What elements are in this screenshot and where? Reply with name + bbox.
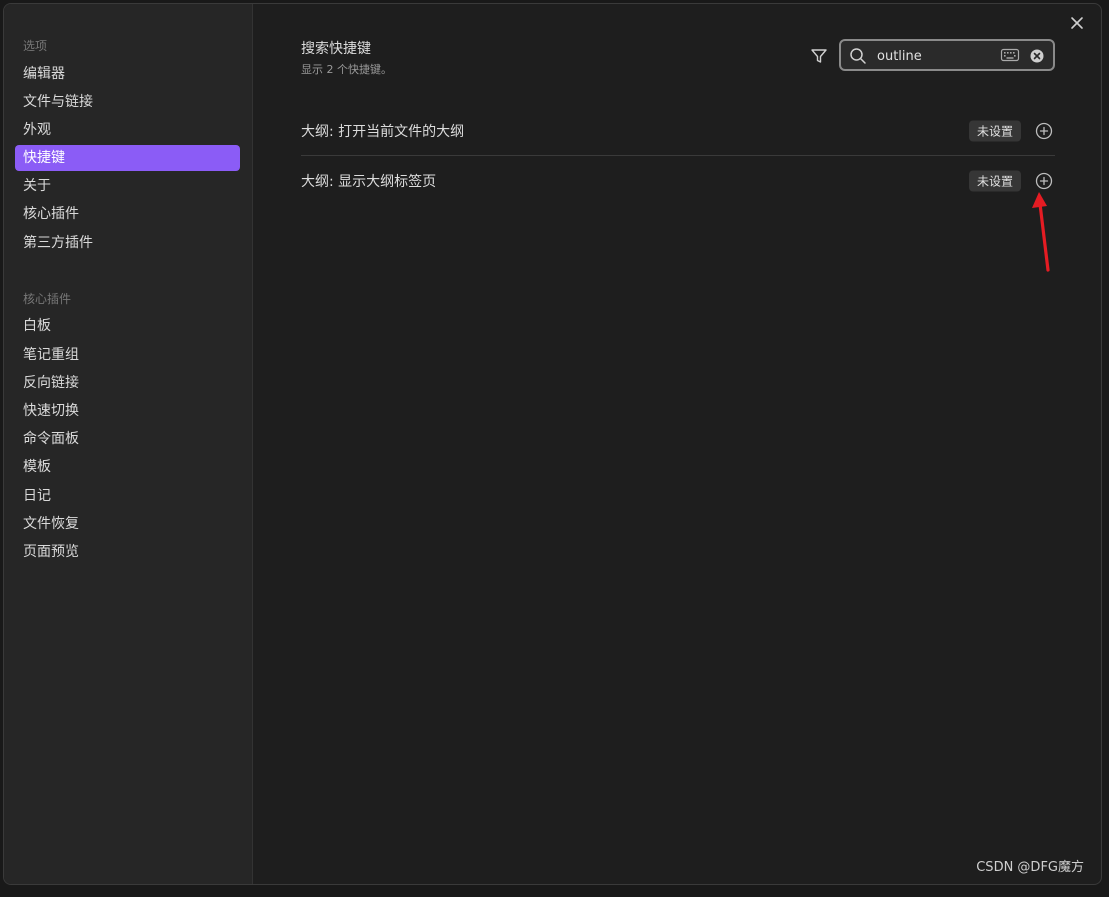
hotkey-status-badge: 未设置 (968, 120, 1021, 141)
hotkey-status-badge: 未设置 (968, 170, 1021, 192)
sidebar-item-backlinks[interactable]: 反向链接 (15, 370, 240, 396)
sidebar-item-file-recovery[interactable]: 文件恢复 (15, 511, 240, 537)
hotkey-search-input[interactable] (875, 45, 999, 67)
hotkey-search-box (839, 39, 1055, 71)
result-count-text: 显示 2 个快捷键。 (301, 63, 392, 76)
page-title: 搜索快捷键 (301, 41, 371, 57)
sidebar-item-page-preview[interactable]: 页面预览 (15, 539, 240, 565)
hotkey-row: 大纲: 打开当前文件的大纲 未设置 (301, 106, 1055, 156)
hotkey-row: 大纲: 显示大纲标签页 未设置 (301, 156, 1055, 206)
sidebar-item-note-composer[interactable]: 笔记重组 (15, 342, 240, 368)
hotkey-command-name: 大纲: 显示大纲标签页 (301, 174, 437, 190)
sidebar-item-templates[interactable]: 模板 (15, 454, 240, 480)
sidebar-item-daily-notes[interactable]: 日记 (15, 483, 240, 509)
filter-icon[interactable] (809, 46, 829, 66)
sidebar-item-core-plugins[interactable]: 核心插件 (15, 201, 240, 227)
sidebar-item-files-links[interactable]: 文件与链接 (15, 89, 240, 115)
clear-icon[interactable] (1030, 48, 1044, 67)
sidebar-item-community-plugins[interactable]: 第三方插件 (15, 230, 240, 256)
search-icon (849, 47, 867, 69)
watermark-text: CSDN @DFG魔方 (976, 860, 1084, 875)
sidebar-item-about[interactable]: 关于 (15, 173, 240, 199)
sidebar-section-options-title: 选项 (23, 39, 48, 53)
close-icon[interactable] (1067, 13, 1087, 33)
sidebar-item-quick-switcher[interactable]: 快速切换 (15, 398, 240, 424)
hotkey-command-name: 大纲: 打开当前文件的大纲 (301, 123, 465, 140)
sidebar-section-core-plugins-title: 核心插件 (23, 292, 72, 306)
keyboard-icon[interactable] (1000, 47, 1020, 67)
sidebar-item-command-palette[interactable]: 命令面板 (15, 426, 240, 452)
plus-circle-icon[interactable] (1035, 122, 1053, 140)
sidebar-item-hotkeys[interactable]: 快捷键 (15, 145, 240, 171)
sidebar-item-editor[interactable]: 编辑器 (15, 61, 240, 87)
settings-sidebar: 选项 编辑器 文件与链接 外观 快捷键 关于 核心插件 第三方插件 核心插件 白… (4, 4, 253, 884)
sidebar-item-appearance[interactable]: 外观 (15, 117, 240, 143)
plus-circle-icon[interactable] (1035, 172, 1053, 190)
settings-window: 选项 编辑器 文件与链接 外观 快捷键 关于 核心插件 第三方插件 核心插件 白… (3, 3, 1102, 885)
annotation-arrow-icon (1032, 192, 1050, 272)
sidebar-item-canvas[interactable]: 白板 (15, 313, 240, 339)
